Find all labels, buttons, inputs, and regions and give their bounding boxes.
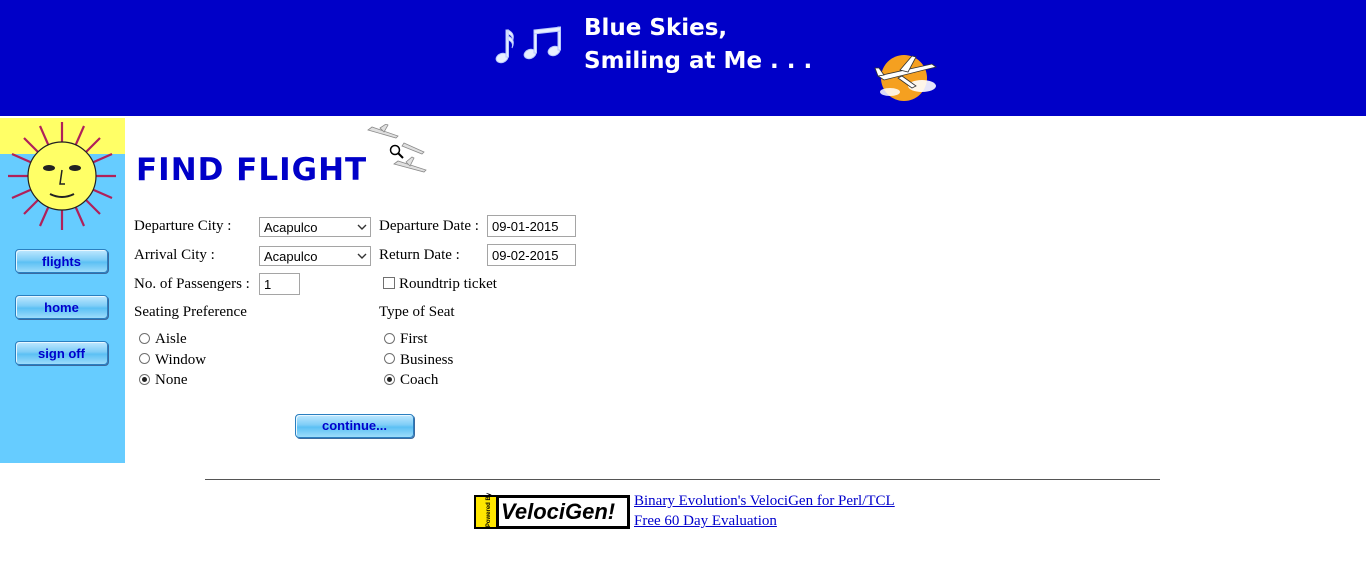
free-evaluation-link[interactable]: Free 60 Day Evaluation bbox=[634, 513, 777, 530]
velocigen-link[interactable]: Binary Evolution's VelociGen for Perl/TC… bbox=[634, 493, 895, 510]
velocigen-logo[interactable]: Powered By VelociGen! bbox=[474, 493, 630, 529]
departure-city-value: Acapulco bbox=[264, 220, 318, 235]
seating-aisle-label: Aisle bbox=[155, 331, 187, 347]
airplane-sun-icon bbox=[874, 55, 937, 101]
seat-coach-radio[interactable] bbox=[384, 374, 395, 385]
type-of-seat-label: Type of Seat bbox=[379, 304, 455, 320]
seating-none-label: None bbox=[155, 372, 188, 388]
site-title-line2: Smiling at Me . . . bbox=[584, 48, 813, 74]
return-date-input[interactable]: 09-02-2015 bbox=[487, 244, 576, 266]
music-notes-icon bbox=[495, 26, 561, 64]
powered-by-badge: Powered By bbox=[476, 493, 496, 527]
arrival-city-select[interactable]: Acapulco bbox=[259, 246, 371, 266]
header-banner: Blue Skies, Smiling at Me . . . bbox=[0, 0, 1366, 116]
departure-city-select[interactable]: Acapulco bbox=[259, 217, 371, 237]
departure-date-input[interactable]: 09-01-2015 bbox=[487, 215, 576, 237]
seat-first-radio[interactable] bbox=[384, 333, 395, 344]
chevron-down-icon bbox=[357, 253, 367, 259]
footer-divider bbox=[205, 479, 1160, 480]
seating-none-radio[interactable] bbox=[139, 374, 150, 385]
roundtrip-checkbox[interactable] bbox=[383, 277, 395, 289]
velocigen-brand: VelociGen! bbox=[499, 498, 627, 526]
seat-first-label: First bbox=[400, 331, 428, 347]
roundtrip-label: Roundtrip ticket bbox=[399, 276, 497, 292]
seat-business-radio[interactable] bbox=[384, 353, 395, 364]
passengers-input[interactable]: 1 bbox=[259, 273, 300, 295]
return-date-label: Return Date : bbox=[379, 247, 460, 263]
sidebar: flights home sign off bbox=[0, 118, 125, 463]
home-button[interactable]: home bbox=[15, 295, 108, 319]
seat-business-label: Business bbox=[400, 352, 454, 368]
seating-aisle-radio[interactable] bbox=[139, 333, 150, 344]
departure-city-label: Departure City : bbox=[134, 218, 232, 234]
seating-window-radio[interactable] bbox=[139, 353, 150, 364]
chevron-down-icon bbox=[357, 224, 367, 230]
flights-button[interactable]: flights bbox=[15, 249, 108, 273]
arrival-city-value: Acapulco bbox=[264, 249, 318, 264]
departure-date-label: Departure Date : bbox=[379, 218, 479, 234]
sign-off-button[interactable]: sign off bbox=[15, 341, 108, 365]
site-title: Blue Skies, Smiling at Me . . . bbox=[584, 12, 812, 78]
powered-by-text: Powered By bbox=[486, 492, 493, 528]
site-title-line1: Blue Skies, bbox=[584, 15, 728, 41]
sun-logo-icon bbox=[0, 118, 125, 236]
continue-button[interactable]: continue... bbox=[295, 414, 414, 438]
page-title: FIND FLIGHT bbox=[136, 152, 368, 188]
seating-preference-label: Seating Preference bbox=[134, 304, 247, 320]
passengers-label: No. of Passengers : bbox=[134, 276, 250, 292]
seating-window-label: Window bbox=[155, 352, 207, 368]
seat-coach-label: Coach bbox=[400, 372, 439, 388]
search-planes-icon bbox=[367, 124, 427, 173]
arrival-city-label: Arrival City : bbox=[134, 247, 215, 263]
